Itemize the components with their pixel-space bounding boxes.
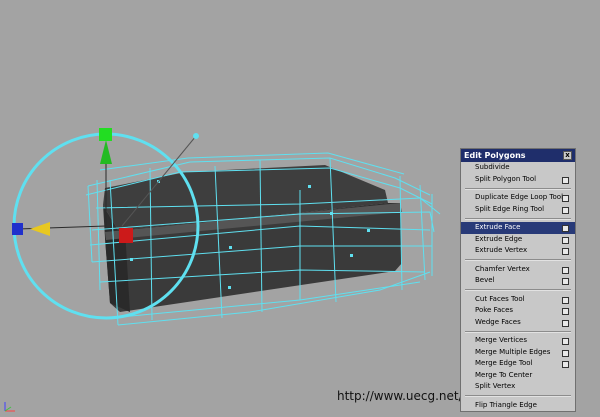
menu-item-chamfer-vertex[interactable]: Chamfer Vertex <box>461 264 575 276</box>
option-box-icon[interactable] <box>562 248 569 255</box>
menu-item-duplicate-edge-loop-tool[interactable]: Duplicate Edge Loop Tool <box>461 192 575 204</box>
edit-polygons-menu[interactable]: Edit Polygons x Subdivide Split Polygon T… <box>460 148 576 412</box>
menu-item-label: Split Vertex <box>475 382 516 390</box>
option-box-icon[interactable] <box>562 206 569 214</box>
menu-item-label: Duplicate Edge Loop Tool <box>475 193 564 201</box>
menu-item-label: Cut Faces Tool <box>475 294 525 303</box>
menu-item-extrude-vertex[interactable]: Extrude Vertex <box>461 245 575 257</box>
menu-item-split-polygon-tool[interactable]: Split Polygon Tool <box>461 174 575 186</box>
menu-item-label: Merge To Center <box>475 370 533 379</box>
menu-item-label: Extrude Vertex <box>475 246 528 254</box>
menu-item-flip-triangle-edge[interactable]: Flip Triangle Edge <box>461 400 575 412</box>
menu-item-label: Merge Vertices <box>475 336 527 344</box>
menu-item-label: Subdivide <box>475 163 510 171</box>
option-box-icon[interactable] <box>562 176 569 184</box>
menu-item-merge-vertices[interactable]: Merge Vertices <box>461 335 575 347</box>
menu-separator <box>465 395 571 397</box>
x-axis-handle[interactable] <box>12 223 23 235</box>
option-box-icon[interactable] <box>562 278 569 285</box>
menu-item-split-edge-ring-tool[interactable]: Split Edge Ring Tool <box>461 204 575 216</box>
menu-item-subdivide[interactable]: Subdivide <box>461 162 575 174</box>
view-axis-icon <box>3 398 19 412</box>
menu-item-label: Split Polygon Tool <box>475 174 537 183</box>
menu-item-split-vertex[interactable]: Split Vertex <box>461 381 575 393</box>
option-box-icon[interactable] <box>562 308 569 315</box>
menu-separator <box>465 289 571 291</box>
close-icon[interactable]: x <box>563 151 572 160</box>
menu-item-label: Flip Triangle Edge <box>475 400 537 409</box>
center-handle[interactable] <box>119 228 133 243</box>
menu-item-merge-edge-tool[interactable]: Merge Edge Tool <box>461 358 575 370</box>
option-box-icon[interactable] <box>562 319 569 327</box>
menu-item-bevel[interactable]: Bevel <box>461 275 575 287</box>
menu-item-extrude-edge[interactable]: Extrude Edge <box>461 234 575 246</box>
menu-item-label: Merge Multiple Edges <box>475 347 551 356</box>
menu-item-label: Merge Edge Tool <box>475 359 533 367</box>
menu-title-bar[interactable]: Edit Polygons x <box>461 149 575 162</box>
menu-item-label: Extrude Edge <box>475 234 523 243</box>
handle-knob[interactable] <box>193 133 199 139</box>
menu-title: Edit Polygons <box>464 151 526 160</box>
x-axis-arrow[interactable] <box>30 222 50 236</box>
menu-item-poke-faces[interactable]: Poke Faces <box>461 305 575 317</box>
menu-separator <box>465 187 571 190</box>
menu-item-wedge-faces[interactable]: Wedge Faces <box>461 317 575 329</box>
menu-item-merge-multiple-edges[interactable]: Merge Multiple Edges <box>461 347 575 359</box>
menu-separator <box>465 217 571 220</box>
menu-item-label: Wedge Faces <box>475 317 521 326</box>
menu-separator <box>465 330 571 333</box>
option-box-icon[interactable] <box>562 236 569 244</box>
y-axis-handle[interactable] <box>99 128 112 141</box>
option-box-icon[interactable] <box>562 266 569 274</box>
y-axis-arrow[interactable] <box>100 140 112 164</box>
option-box-icon[interactable] <box>562 361 569 368</box>
option-box-icon[interactable] <box>562 349 569 357</box>
option-box-icon[interactable] <box>562 338 569 345</box>
menu-items: Subdivide Split Polygon Tool Duplicate Edg… <box>461 162 575 411</box>
menu-item-label: Poke Faces <box>475 306 514 314</box>
menu-item-label: Extrude Face <box>475 223 521 231</box>
option-box-icon[interactable] <box>562 225 569 232</box>
menu-item-label: Bevel <box>475 276 495 284</box>
menu-item-label: Chamfer Vertex <box>475 264 530 273</box>
option-box-icon[interactable] <box>562 195 569 202</box>
menu-item-extrude-face[interactable]: Extrude Face <box>461 222 575 234</box>
option-box-icon[interactable] <box>562 296 569 304</box>
menu-separator <box>465 259 571 261</box>
menu-item-cut-faces-tool[interactable]: Cut Faces Tool <box>461 294 575 306</box>
watermark-url: http://www.uecg.net/ <box>337 389 463 403</box>
menu-item-label: Split Edge Ring Tool <box>475 204 545 213</box>
menu-item-merge-to-center[interactable]: Merge To Center <box>461 370 575 382</box>
manipulator-x-axis <box>17 225 107 230</box>
